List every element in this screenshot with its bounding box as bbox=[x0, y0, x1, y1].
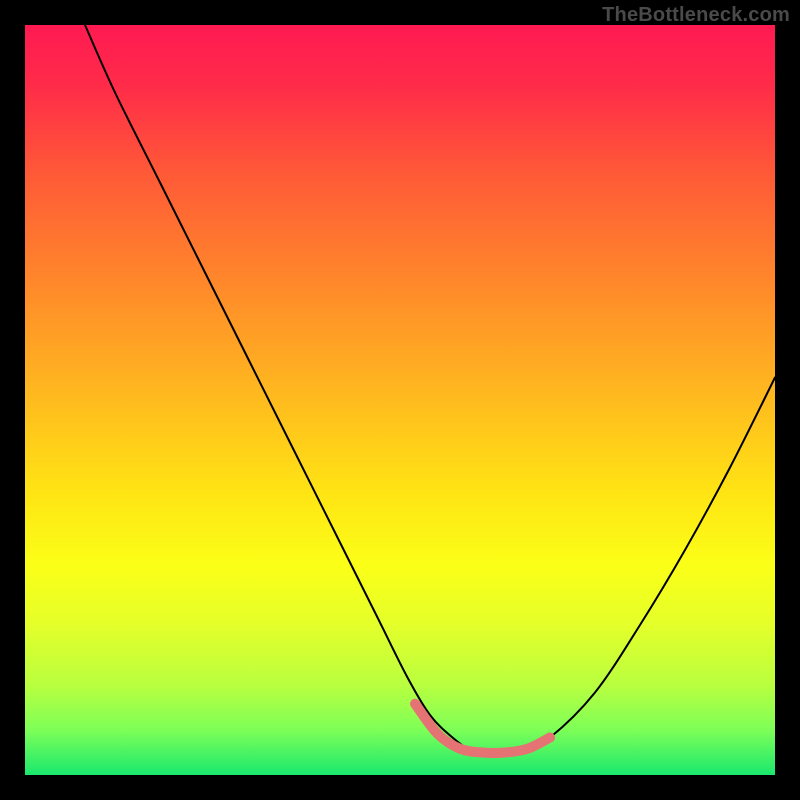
chart-frame: TheBottleneck.com bbox=[0, 0, 800, 800]
bottleneck-curve-chart bbox=[25, 25, 775, 775]
watermark-text: TheBottleneck.com bbox=[602, 4, 790, 27]
plot-area bbox=[25, 25, 775, 775]
